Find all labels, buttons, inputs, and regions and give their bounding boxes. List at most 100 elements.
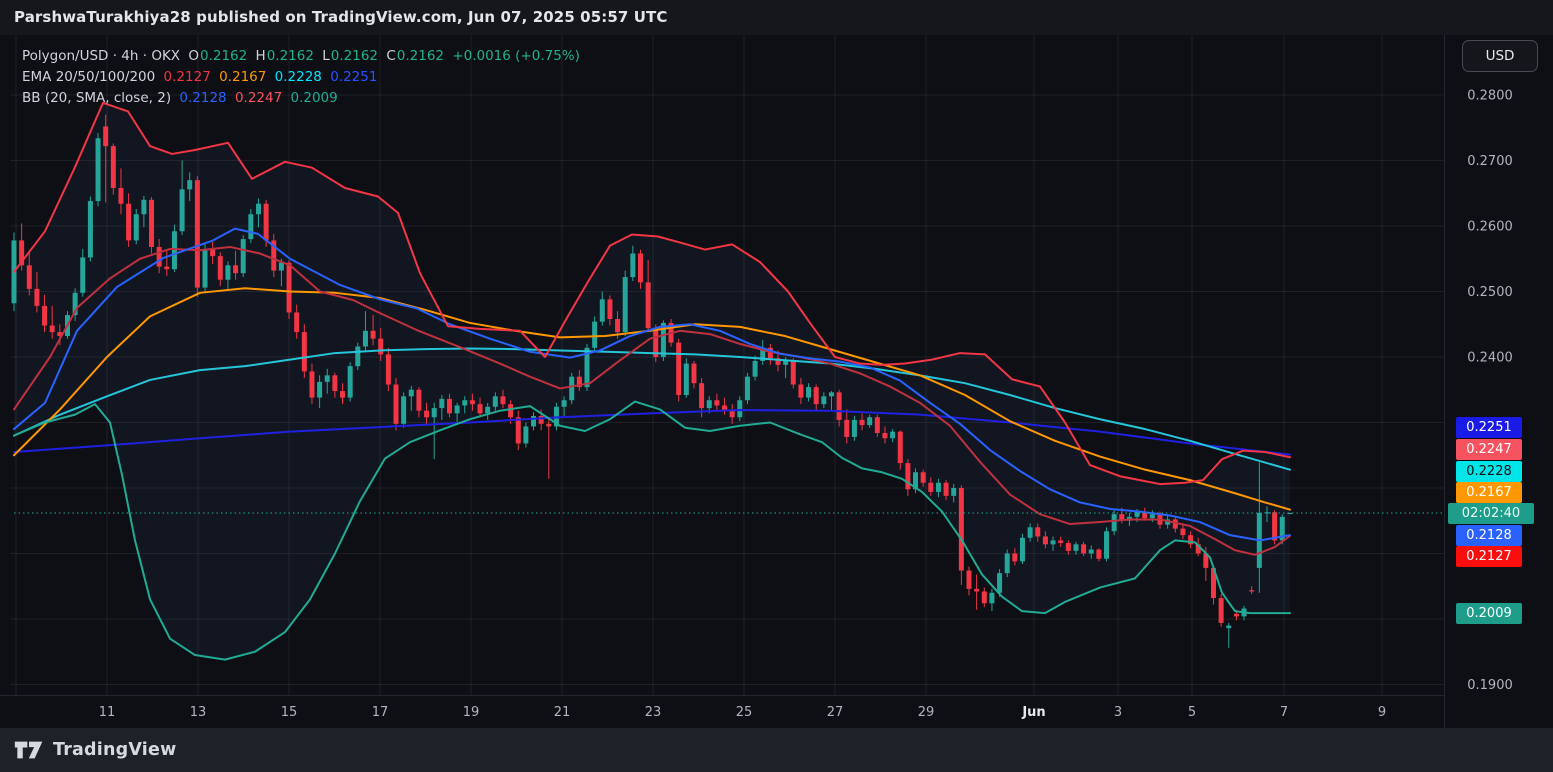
candle-body bbox=[1089, 550, 1094, 554]
candle-body bbox=[309, 371, 314, 397]
candle-body bbox=[432, 408, 437, 417]
candle-body bbox=[50, 326, 55, 333]
candle-body bbox=[982, 591, 987, 603]
time-tick-label[interactable]: 21 bbox=[554, 705, 571, 720]
candle-body bbox=[187, 180, 192, 189]
candle-body bbox=[730, 411, 735, 418]
candle-body bbox=[348, 366, 353, 397]
candle-body bbox=[332, 375, 337, 391]
candle-body bbox=[1226, 626, 1231, 629]
tradingview-logo-icon[interactable] bbox=[14, 740, 44, 760]
candle-body bbox=[157, 247, 162, 267]
candle-body bbox=[195, 180, 200, 287]
price-axis-badge: 0.2247 bbox=[1456, 439, 1522, 460]
price-tick-label[interactable]: 0.2500 bbox=[1467, 285, 1513, 300]
time-tick-label[interactable]: 17 bbox=[372, 705, 389, 720]
candle-body bbox=[531, 416, 536, 426]
currency-toggle-button[interactable]: USD bbox=[1462, 40, 1538, 72]
time-tick-label[interactable]: 5 bbox=[1188, 705, 1196, 720]
time-tick-label[interactable]: 15 bbox=[281, 705, 298, 720]
bb-basis-value: 0.2128 bbox=[179, 90, 226, 106]
candle-body bbox=[294, 312, 299, 332]
price-tick-label[interactable]: 0.1900 bbox=[1467, 678, 1513, 693]
candlestick-chart-canvas[interactable]: 0.28000.27000.26000.25000.24000.23000.22… bbox=[0, 0, 1553, 772]
candle-body bbox=[607, 299, 612, 319]
candle-body bbox=[623, 277, 628, 332]
indicator-legend: Polygon/USD · 4h · OKX O0.2162 H0.2162 L… bbox=[22, 46, 584, 109]
symbol-title: Polygon/USD · 4h · OKX bbox=[22, 48, 180, 64]
time-tick-label[interactable]: 29 bbox=[918, 705, 935, 720]
price-tick-label[interactable]: 0.2800 bbox=[1467, 89, 1513, 104]
candle-body bbox=[1005, 554, 1010, 574]
candle-body bbox=[508, 404, 513, 417]
candle-body bbox=[753, 361, 758, 377]
ema20-value: 0.2127 bbox=[164, 69, 211, 85]
price-tick-label[interactable]: 0.2700 bbox=[1467, 154, 1513, 169]
time-tick-label[interactable]: 27 bbox=[827, 705, 844, 720]
candle-body bbox=[684, 364, 689, 395]
candle-body bbox=[798, 385, 803, 398]
legend-bb-row[interactable]: BB (20, SMA, close, 2) 0.2128 0.2247 0.2… bbox=[22, 88, 584, 109]
candle-body bbox=[600, 299, 605, 321]
candle-body bbox=[363, 331, 368, 347]
time-tick-label[interactable]: 11 bbox=[99, 705, 116, 720]
candle-body bbox=[837, 392, 842, 420]
candle-body bbox=[416, 390, 421, 411]
candle-body bbox=[860, 420, 865, 425]
candle-body bbox=[470, 400, 475, 404]
candle-body bbox=[1219, 598, 1224, 623]
candle-body bbox=[806, 387, 811, 397]
candle-body bbox=[279, 263, 284, 271]
candle-body bbox=[42, 306, 47, 326]
candle-body bbox=[1180, 529, 1185, 536]
candle-body bbox=[172, 231, 177, 269]
candle-body bbox=[394, 385, 399, 424]
time-tick-label[interactable]: 3 bbox=[1114, 705, 1122, 720]
time-axis-divider bbox=[0, 695, 1444, 696]
candle-body bbox=[302, 332, 307, 371]
candle-body bbox=[1272, 512, 1277, 540]
candle-body bbox=[218, 256, 223, 280]
legend-symbol-row[interactable]: Polygon/USD · 4h · OKX O0.2162 H0.2162 L… bbox=[22, 46, 584, 67]
open-value: 0.2162 bbox=[200, 48, 247, 64]
legend-ema-row[interactable]: EMA 20/50/100/200 0.2127 0.2167 0.2228 0… bbox=[22, 67, 584, 88]
candle-body bbox=[1012, 554, 1017, 562]
time-tick-label[interactable]: 9 bbox=[1378, 705, 1386, 720]
candle-body bbox=[615, 319, 620, 332]
candle-body bbox=[378, 339, 383, 355]
candle-body bbox=[1150, 514, 1155, 518]
time-tick-label[interactable]: 19 bbox=[463, 705, 480, 720]
candle-body bbox=[287, 263, 292, 313]
price-tick-label[interactable]: 0.2600 bbox=[1467, 220, 1513, 235]
time-tick-label[interactable]: 25 bbox=[736, 705, 753, 720]
time-tick-label[interactable]: 13 bbox=[190, 705, 207, 720]
ema-title: EMA 20/50/100/200 bbox=[22, 69, 155, 85]
bb-title: BB (20, SMA, close, 2) bbox=[22, 90, 171, 106]
bb-lower-value: 0.2009 bbox=[290, 90, 337, 106]
candle-body bbox=[967, 571, 972, 589]
close-label: C bbox=[386, 48, 395, 64]
candle-body bbox=[936, 483, 941, 492]
time-tick-label[interactable]: 7 bbox=[1280, 705, 1288, 720]
candle-body bbox=[485, 407, 490, 414]
candle-body bbox=[921, 472, 926, 482]
time-tick-label[interactable]: Jun bbox=[1021, 705, 1045, 720]
footer-brand-text[interactable]: TradingView bbox=[53, 740, 176, 760]
candle-body bbox=[546, 424, 551, 427]
price-axis-badge: 0.2228 bbox=[1456, 461, 1522, 482]
candle-body bbox=[989, 593, 994, 603]
candle-body bbox=[814, 387, 819, 404]
candle-body bbox=[1066, 543, 1071, 551]
low-label: L bbox=[322, 48, 330, 64]
price-tick-label[interactable]: 0.2400 bbox=[1467, 351, 1513, 366]
price-axis-badge: 0.2167 bbox=[1456, 482, 1522, 503]
candle-body bbox=[210, 250, 215, 257]
candle-body bbox=[1096, 550, 1101, 559]
time-tick-label[interactable]: 23 bbox=[645, 705, 662, 720]
candle-body bbox=[439, 399, 444, 408]
candle-body bbox=[96, 138, 101, 201]
candle-body bbox=[898, 432, 903, 463]
candle-body bbox=[325, 375, 330, 382]
candle-body bbox=[27, 265, 32, 289]
candle-body bbox=[424, 411, 429, 418]
